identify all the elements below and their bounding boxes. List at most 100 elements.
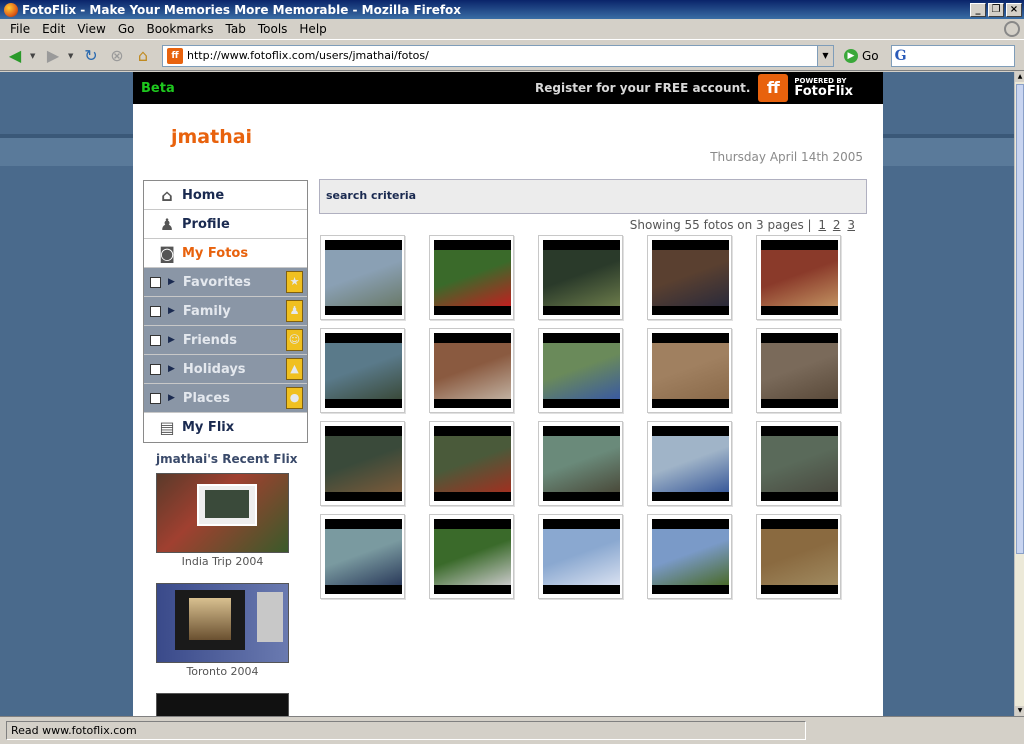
- sidebar-item-holidays[interactable]: ▶ Holidays ▲: [144, 355, 307, 384]
- fotoflix-logo-icon: ff: [758, 74, 789, 102]
- register-link[interactable]: Register for your FREE account.: [535, 81, 750, 95]
- recent-flix-item[interactable]: [156, 693, 289, 716]
- sidebar-item-my-fotos[interactable]: ◙ My Fotos: [144, 239, 307, 268]
- sidebar-item-family[interactable]: ▶ Family ♟: [144, 297, 307, 326]
- sidebar-item-my-flix[interactable]: ▤ My Flix: [144, 413, 307, 442]
- photo-frame: [761, 519, 838, 594]
- url-bar[interactable]: ff ▼: [162, 44, 834, 67]
- photo-thumbnail[interactable]: [429, 328, 514, 413]
- menu-help[interactable]: Help: [293, 22, 332, 36]
- brand-name: FotoFlix: [794, 84, 853, 99]
- sidebar-item-home[interactable]: ⌂ Home: [144, 181, 307, 210]
- pagination: Showing 55 fotos on 3 pages | 1 2 3: [630, 218, 855, 232]
- page-link-3[interactable]: 3: [847, 218, 855, 232]
- sidebar-item-label: Friends: [182, 332, 237, 348]
- expand-triangle-icon[interactable]: ▶: [168, 335, 175, 345]
- forward-dropdown-icon[interactable]: ▼: [68, 52, 76, 60]
- photo-tracks-green: [543, 436, 620, 492]
- photo-thumbnail[interactable]: [429, 421, 514, 506]
- photo-thumbnail[interactable]: [538, 421, 623, 506]
- holidays-checkbox[interactable]: [150, 363, 161, 375]
- expand-triangle-icon[interactable]: ▶: [168, 306, 175, 316]
- sidebar-item-profile[interactable]: ♟ Profile: [144, 210, 307, 239]
- photo-thumbnail[interactable]: [538, 235, 623, 320]
- home-icon[interactable]: ⌂: [132, 45, 154, 67]
- photo-frame: [325, 333, 402, 408]
- flix-caption[interactable]: India Trip 2004: [156, 555, 289, 568]
- photo-thumbnail[interactable]: [647, 328, 732, 413]
- sidebar-item-favorites[interactable]: ▶ Favorites ★: [144, 268, 307, 297]
- photo-frame: [543, 426, 620, 501]
- url-dropdown-icon[interactable]: ▼: [817, 45, 833, 66]
- fotoflix-logo[interactable]: ff POWERED BY FotoFlix: [758, 74, 853, 102]
- flix-thumbnail[interactable]: [156, 583, 289, 663]
- photo-frame: [543, 519, 620, 594]
- expand-triangle-icon[interactable]: ▶: [168, 364, 175, 374]
- photo-frame: [325, 240, 402, 315]
- flix-thumbnail[interactable]: [156, 473, 289, 553]
- photo-thumbnail[interactable]: [756, 328, 841, 413]
- go-arrow-icon: ▶: [844, 48, 858, 63]
- recent-flix-item[interactable]: Toronto 2004: [156, 583, 289, 678]
- vertical-scrollbar[interactable]: ▲ ▼: [1014, 72, 1024, 716]
- stop-icon[interactable]: ⊗: [106, 45, 128, 67]
- photo-thumbnail[interactable]: [756, 235, 841, 320]
- sidebar-item-places[interactable]: ▶ Places ●: [144, 384, 307, 413]
- back-arrow-icon[interactable]: ◀: [4, 45, 26, 67]
- menu-bookmarks[interactable]: Bookmarks: [140, 22, 219, 36]
- recent-flix-item[interactable]: India Trip 2004: [156, 473, 289, 568]
- friends-checkbox[interactable]: [150, 334, 161, 346]
- throbber-icon: [1004, 21, 1020, 37]
- photo-train-side: [652, 436, 729, 492]
- expand-triangle-icon[interactable]: ▶: [168, 393, 175, 403]
- menu-file[interactable]: File: [4, 22, 36, 36]
- photo-thumbnail[interactable]: [647, 421, 732, 506]
- photo-train-station: [325, 436, 402, 492]
- scroll-up-icon[interactable]: ▲: [1015, 72, 1024, 82]
- flix-caption[interactable]: Toronto 2004: [156, 665, 289, 678]
- family-checkbox[interactable]: [150, 305, 161, 317]
- expand-triangle-icon[interactable]: ▶: [168, 277, 175, 287]
- photo-thumbnail[interactable]: [647, 235, 732, 320]
- menu-tools[interactable]: Tools: [252, 22, 294, 36]
- camera-icon: ◙: [159, 243, 175, 263]
- scroll-down-icon[interactable]: ▼: [1015, 706, 1024, 716]
- photo-bottle-closeup: [543, 250, 620, 306]
- places-checkbox[interactable]: [150, 392, 161, 404]
- scroll-thumb[interactable]: [1016, 84, 1024, 554]
- search-criteria-panel[interactable]: search criteria: [319, 179, 867, 214]
- page-link-1[interactable]: 1: [818, 218, 826, 232]
- photo-thumbnail[interactable]: [756, 514, 841, 599]
- forward-arrow-icon[interactable]: ▶: [42, 45, 64, 67]
- reload-icon[interactable]: ↻: [80, 45, 102, 67]
- minimize-button[interactable]: _: [970, 2, 986, 17]
- photo-thumbnail[interactable]: [538, 328, 623, 413]
- photo-frame: [761, 240, 838, 315]
- menu-edit[interactable]: Edit: [36, 22, 71, 36]
- photo-thumbnail[interactable]: [320, 328, 405, 413]
- close-button[interactable]: ×: [1006, 2, 1022, 17]
- menu-go[interactable]: Go: [112, 22, 141, 36]
- photo-thumbnail[interactable]: [647, 514, 732, 599]
- menu-view[interactable]: View: [71, 22, 111, 36]
- sidebar-item-label: Holidays: [182, 361, 246, 377]
- sidebar-item-friends[interactable]: ▶ Friends ☺: [144, 326, 307, 355]
- photo-thumbnail[interactable]: [320, 514, 405, 599]
- photo-thumbnail[interactable]: [320, 421, 405, 506]
- maximize-button[interactable]: ❐: [988, 2, 1004, 17]
- photo-thumbnail[interactable]: [429, 514, 514, 599]
- back-dropdown-icon[interactable]: ▼: [30, 52, 38, 60]
- photo-thumbnail[interactable]: [429, 235, 514, 320]
- search-box[interactable]: G: [890, 44, 1015, 67]
- photo-thumbnail[interactable]: [756, 421, 841, 506]
- photo-thumbnail[interactable]: [538, 514, 623, 599]
- favorites-checkbox[interactable]: [150, 276, 161, 288]
- page-link-2[interactable]: 2: [833, 218, 841, 232]
- url-input[interactable]: [187, 49, 817, 62]
- photo-frame: [325, 519, 402, 594]
- photo-thumbnail[interactable]: [320, 235, 405, 320]
- photo-women-group: [543, 343, 620, 399]
- go-button[interactable]: ▶ Go: [844, 48, 879, 63]
- menu-tab[interactable]: Tab: [220, 22, 252, 36]
- flix-thumbnail[interactable]: [156, 693, 289, 716]
